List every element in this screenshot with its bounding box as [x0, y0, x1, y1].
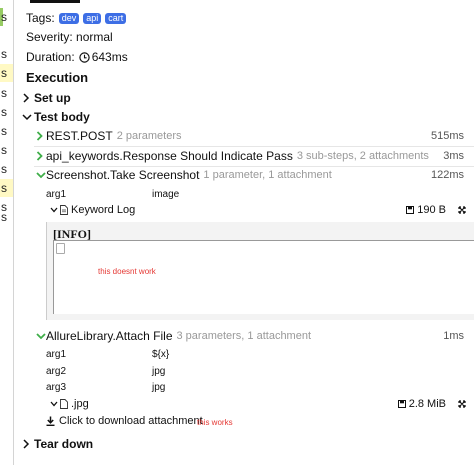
step-duration: 3ms	[443, 150, 464, 162]
annotation-note: this doesnt work	[98, 267, 156, 276]
divider	[34, 146, 474, 147]
broken-image-icon	[56, 243, 65, 254]
teardown-label: Tear down	[34, 437, 94, 451]
download-label: Click to download attachment	[59, 415, 203, 427]
parameter-value: image	[152, 188, 180, 200]
parameter-value: jpg	[152, 365, 166, 377]
step-meta: 2 parameters	[116, 130, 182, 142]
duration-value: 643ms	[91, 50, 128, 64]
list-item[interactable]: s	[0, 64, 13, 82]
clock-icon	[79, 51, 90, 63]
tag-badge[interactable]: cart	[105, 12, 127, 24]
step-meta: 3 sub-steps, 2 attachments	[296, 150, 429, 162]
chevron-right-icon	[22, 93, 34, 103]
step-rest-post[interactable]: REST.POST 2 parameters 515ms	[36, 128, 474, 144]
test-list-pane: s s s s s s s s s s s	[0, 0, 14, 465]
attachment-size-text: 190 B	[417, 204, 446, 216]
list-item[interactable]: s	[0, 141, 13, 159]
list-item[interactable]: s	[0, 84, 13, 102]
duration-row: Duration: 643ms	[26, 49, 474, 65]
execution-title: Execution	[26, 69, 89, 85]
list-item[interactable]: s	[0, 8, 13, 26]
active-tab-indicator	[30, 0, 80, 3]
teardown-section[interactable]: Tear down	[22, 436, 474, 452]
list-item[interactable]: s	[0, 208, 13, 226]
test-body-section[interactable]: Test body	[22, 109, 474, 125]
parameter-value: jpg	[152, 381, 166, 393]
attachment-size-text: 2.8 MiB	[408, 398, 446, 410]
step-duration: 122ms	[430, 169, 464, 181]
tags-label: Tags:	[26, 11, 55, 25]
attachment-size: 190 B	[406, 204, 446, 216]
chevron-down-icon	[36, 332, 46, 340]
parameter-name: arg2	[46, 365, 67, 377]
expand-icon[interactable]	[458, 206, 466, 214]
step-response-should-indicate-pass[interactable]: api_keywords.Response Should Indicate Pa…	[36, 148, 474, 164]
parameter-name: arg1	[46, 188, 67, 200]
list-item[interactable]: s	[0, 122, 13, 140]
chevron-right-icon	[22, 439, 34, 449]
step-name: REST.POST	[46, 129, 113, 143]
parameter-name: arg1	[46, 348, 67, 360]
parameter-row: arg1 image	[26, 187, 474, 201]
parameter-row: arg1 ${x}	[26, 347, 474, 361]
download-attachment-link[interactable]: Click to download attachment	[46, 413, 474, 429]
file-icon	[60, 399, 68, 409]
log-embedded-frame: this doesnt work	[53, 240, 474, 314]
list-item[interactable]: s	[0, 45, 13, 63]
severity-text: Severity: normal	[26, 30, 113, 44]
test-body-label: Test body	[34, 110, 90, 124]
tags-row: Tags: dev api cart	[26, 10, 474, 26]
text-file-icon	[60, 205, 68, 215]
attachment-name: .jpg	[71, 398, 89, 410]
step-name: api_keywords.Response Should Indicate Pa…	[46, 149, 293, 163]
chevron-right-icon	[36, 131, 46, 141]
jpg-attachment[interactable]: .jpg 2.8 MiB	[50, 397, 474, 411]
tag-badge[interactable]: dev	[58, 12, 80, 24]
setup-section[interactable]: Set up	[22, 90, 474, 106]
parameter-name: arg3	[46, 381, 67, 393]
tag-badge[interactable]: api	[83, 12, 102, 24]
step-name: AllureLibrary.Attach File	[46, 329, 173, 343]
list-item[interactable]: s	[0, 160, 13, 178]
annotation-note: this works	[197, 418, 233, 427]
list-item[interactable]: s	[0, 179, 13, 197]
step-take-screenshot[interactable]: Screenshot.Take Screenshot 1 parameter, …	[36, 167, 474, 183]
step-duration: 515ms	[430, 130, 464, 142]
setup-label: Set up	[34, 91, 71, 105]
parameter-row: arg3 jpg	[26, 380, 474, 394]
step-meta: 3 parameters, 1 attachment	[176, 330, 312, 342]
parameter-row: arg2 jpg	[26, 364, 474, 378]
attachment-size: 2.8 MiB	[397, 398, 446, 410]
list-item[interactable]: s	[0, 103, 13, 121]
step-attach-file[interactable]: AllureLibrary.Attach File 3 parameters, …	[36, 328, 474, 344]
severity-row: Severity: normal	[26, 29, 474, 45]
chevron-down-icon	[22, 113, 34, 121]
step-meta: 1 parameter, 1 attachment	[203, 169, 332, 181]
step-duration: 1ms	[443, 330, 464, 342]
keyword-log-attachment[interactable]: Keyword Log 190 B	[50, 203, 474, 217]
keyword-log-preview: [INFO] this doesnt work	[46, 222, 474, 320]
chevron-down-icon	[50, 401, 60, 407]
attachment-name: Keyword Log	[71, 204, 136, 216]
step-name: Screenshot.Take Screenshot	[46, 168, 200, 182]
duration-label: Duration:	[26, 50, 75, 64]
save-icon	[406, 206, 415, 214]
chevron-down-icon	[36, 171, 46, 179]
parameter-value: ${x}	[152, 348, 170, 360]
save-icon	[397, 400, 406, 408]
expand-icon[interactable]	[458, 400, 466, 408]
download-icon	[46, 416, 55, 426]
chevron-down-icon	[50, 207, 60, 213]
chevron-right-icon	[36, 151, 46, 161]
